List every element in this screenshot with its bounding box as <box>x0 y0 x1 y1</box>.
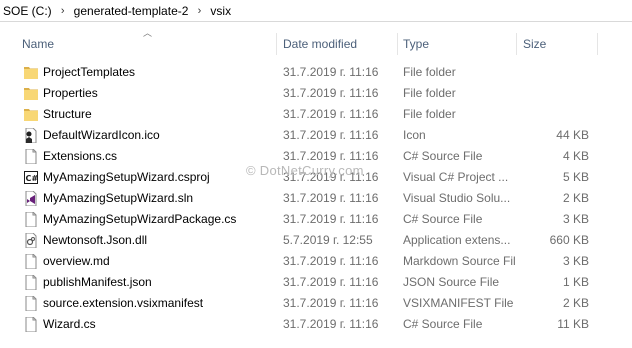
file-size: 2 KB <box>562 191 589 205</box>
file-date-modified: 31.7.2019 г. 11:16 <box>283 296 379 310</box>
file-type: Visual C# Project ... <box>403 170 509 184</box>
file-date-modified: 5.7.2019 г. 12:55 <box>283 233 373 247</box>
file-type: File folder <box>403 107 456 121</box>
file-size: 4 KB <box>562 149 589 163</box>
file-row[interactable]: MyAmazingSetupWizardPackage.cs 31.7.2019 … <box>0 209 632 230</box>
file-row[interactable]: Properties 31.7.2019 г. 11:16 File folder <box>0 83 632 104</box>
file-size: 44 KB <box>556 128 589 142</box>
chevron-right-icon[interactable]: › <box>55 5 71 17</box>
file-name: overview.md <box>43 254 110 268</box>
file-type: File folder <box>403 86 456 100</box>
file-date-modified: 31.7.2019 г. 11:16 <box>283 65 379 79</box>
file-date-modified: 31.7.2019 г. 11:16 <box>283 128 379 142</box>
file-date-modified: 31.7.2019 г. 11:16 <box>283 254 379 268</box>
file-size: 11 KB <box>557 317 589 331</box>
file-type: Application extens... <box>403 233 511 247</box>
file-date-modified: 31.7.2019 г. 11:16 <box>283 275 379 289</box>
column-header-name[interactable]: Name <box>22 33 54 55</box>
breadcrumb-item-current[interactable]: vsix <box>207 4 234 18</box>
file-size: 3 KB <box>562 254 589 268</box>
file-name: MyAmazingSetupWizard.sln <box>43 191 194 205</box>
file-date-modified: 31.7.2019 г. 11:16 <box>283 212 379 226</box>
svg-text:C#: C# <box>26 174 39 183</box>
file-size <box>520 62 589 83</box>
file-type: Markdown Source File <box>403 254 515 268</box>
file-date-modified: 31.7.2019 г. 11:16 <box>283 317 379 331</box>
file-name: publishManifest.json <box>43 275 152 289</box>
file-name: Extensions.cs <box>43 149 118 163</box>
file-name: Structure <box>43 107 92 121</box>
file-row[interactable]: ProjectTemplates 31.7.2019 г. 11:16 File f… <box>0 62 632 83</box>
file-date-modified: 31.7.2019 г. 11:16 <box>283 107 379 121</box>
file-row[interactable]: MyAmazingSetupWizard.sln 31.7.2019 г. 11:… <box>0 188 632 209</box>
file-size: 2 KB <box>562 296 589 310</box>
sort-ascending-icon: ︿ <box>143 28 153 38</box>
file-name: MyAmazingSetupWizard.csproj <box>43 170 210 184</box>
file-type: Icon <box>403 128 426 142</box>
file-date-modified: 31.7.2019 г. 11:16 <box>283 191 379 205</box>
file-type: JSON Source File <box>403 275 500 289</box>
file-size <box>520 104 589 125</box>
column-divider[interactable] <box>397 33 398 55</box>
column-divider[interactable] <box>516 33 517 55</box>
file-date-modified: 31.7.2019 г. 11:16 <box>283 170 379 184</box>
breadcrumb: SOE (C:) › generated-template-2 › vsix <box>0 0 632 22</box>
file-size <box>520 83 589 104</box>
column-divider[interactable] <box>597 33 598 55</box>
file-type: File folder <box>403 65 456 79</box>
file-type: C# Source File <box>403 212 483 226</box>
file-row[interactable]: C# MyAmazingSetupWizard.csproj 31.7.2019 г… <box>0 167 632 188</box>
file-type: VSIXMANIFEST File <box>403 296 514 310</box>
file-name: Wizard.cs <box>43 317 96 331</box>
file-date-modified: 31.7.2019 г. 11:16 <box>283 86 379 100</box>
column-header-row: Name Date modified Type Size <box>0 33 632 55</box>
chevron-right-icon[interactable]: › <box>191 5 207 17</box>
file-type: C# Source File <box>403 317 483 331</box>
file-name: source.extension.vsixmanifest <box>43 296 204 310</box>
breadcrumb-item-folder[interactable]: generated-template-2 <box>71 4 192 18</box>
file-row[interactable]: publishManifest.json 31.7.2019 г. 11:16 JS… <box>0 272 632 293</box>
file-name: MyAmazingSetupWizardPackage.cs <box>43 212 237 226</box>
file-size: 3 KB <box>562 212 589 226</box>
file-name: ProjectTemplates <box>43 65 136 79</box>
file-row[interactable]: overview.md 31.7.2019 г. 11:16 Markdown So… <box>0 251 632 272</box>
file-row[interactable]: DefaultWizardIcon.ico 31.7.2019 г. 11:16 I… <box>0 125 632 146</box>
column-header-type[interactable]: Type <box>403 33 429 55</box>
file-type: C# Source File <box>403 149 483 163</box>
file-row[interactable]: Structure 31.7.2019 г. 11:16 File folder <box>0 104 632 125</box>
file-name: DefaultWizardIcon.ico <box>43 128 160 142</box>
file-row[interactable]: source.extension.vsixmanifest 31.7.2019 г… <box>0 293 632 314</box>
breadcrumb-item-drive[interactable]: SOE (C:) <box>0 4 55 18</box>
column-divider[interactable] <box>276 33 277 55</box>
file-size: 660 KB <box>549 233 589 247</box>
file-row[interactable]: Newtonsoft.Json.dll 5.7.2019 г. 12:55 Appl… <box>0 230 632 251</box>
file-name: Newtonsoft.Json.dll <box>43 233 148 247</box>
file-date-modified: 31.7.2019 г. 11:16 <box>283 149 379 163</box>
file-type: Visual Studio Solu... <box>403 191 511 205</box>
file-row[interactable]: Extensions.cs 31.7.2019 г. 11:16 C# Source… <box>0 146 632 167</box>
file-name: Properties <box>43 86 98 100</box>
column-header-size[interactable]: Size <box>523 33 546 55</box>
column-header-date[interactable]: Date modified <box>283 33 357 55</box>
file-size: 5 KB <box>562 170 589 184</box>
file-row[interactable]: Wizard.cs 31.7.2019 г. 11:16 C# Source Fil… <box>0 314 632 335</box>
file-size: 1 KB <box>562 275 589 289</box>
